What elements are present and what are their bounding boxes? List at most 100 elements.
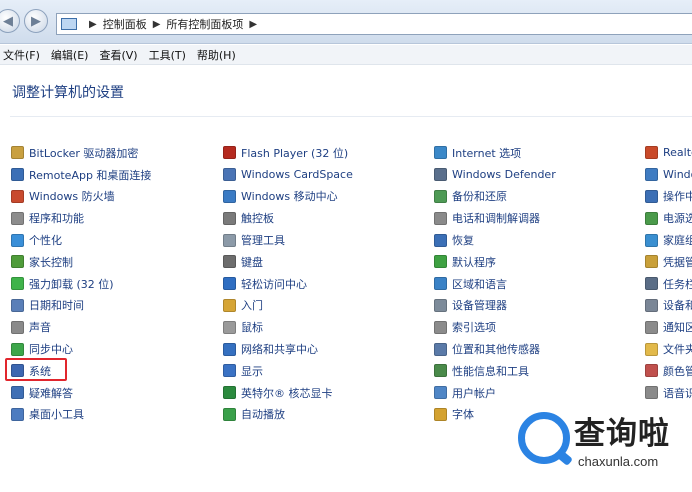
control-panel-item[interactable]: 默认程序 [434,251,556,273]
menu-file[interactable]: 文件(F) [3,47,40,63]
control-panel-item[interactable]: Windows Defender [434,164,556,186]
control-panel-item[interactable]: 通知区 [645,316,692,338]
control-panel-item[interactable]: 设备管理器 [434,295,556,317]
control-panel-item-label: 入门 [241,299,263,313]
control-panel-item[interactable]: Internet 选项 [434,142,556,164]
backup-icon [434,189,447,203]
devices-printers-icon [645,298,658,312]
control-panel-item-label: 显示 [241,364,263,378]
control-panel-item[interactable]: 同步中心 [11,338,151,360]
color-management-icon [645,364,658,378]
column-3: Internet 选项 Windows Defender 备份和还原 电话和调制解调器… [434,142,556,425]
control-panel-item[interactable]: 网络和共享中心 [223,338,353,360]
control-panel-item[interactable]: Windows CardSpace [223,164,353,186]
control-panel-item-label: 管理工具 [241,234,285,248]
magnifier-logo-icon [518,412,570,464]
control-panel-item[interactable]: 个性化 [11,229,151,251]
control-panel-item[interactable]: 入门 [223,295,353,317]
control-panel-item[interactable]: RemoteApp 和桌面连接 [11,164,151,186]
control-panel-item[interactable]: 英特尔® 核芯显卡 [223,382,353,404]
control-panel-item[interactable]: 恢复 [434,229,556,251]
control-panel-item[interactable]: Windo [645,164,692,186]
control-panel-item[interactable]: 键盘 [223,251,353,273]
control-panel-item[interactable]: 家长控制 [11,251,151,273]
control-panel-item[interactable]: Windows 防火墙 [11,186,151,208]
firewall-icon [11,189,24,203]
troubleshoot-icon [11,386,24,400]
control-panel-item[interactable]: Windows 移动中心 [223,186,353,208]
control-panel-item[interactable]: 区域和语言 [434,273,556,295]
gadgets-icon [11,407,24,421]
control-panel-item[interactable]: 日期和时间 [11,295,151,317]
control-panel-item[interactable]: 强力卸载 (32 位) [11,273,151,295]
divider [10,116,692,117]
control-panel-item[interactable]: 管理工具 [223,229,353,251]
control-panel-item[interactable]: 语音识 [645,382,692,404]
control-panel-item[interactable]: 电源选 [645,207,692,229]
notification-area-icon [645,320,658,334]
control-panel-item[interactable]: 触控板 [223,207,353,229]
control-panel-item[interactable]: 用户帐户 [434,382,556,404]
menu-edit[interactable]: 编辑(E) [51,47,89,63]
ease-of-access-icon [223,277,236,291]
control-panel-item[interactable]: BitLocker 驱动器加密 [11,142,151,164]
credential-icon [645,255,658,269]
control-panel-item[interactable]: 自动播放 [223,404,353,426]
menu-view[interactable]: 查看(V) [99,47,137,63]
control-panel-item[interactable]: 凭据管 [645,251,692,273]
control-panel-item[interactable]: 程序和功能 [11,207,151,229]
getting-started-icon [223,298,236,312]
control-panel-item-label: 颜色管 [663,364,692,378]
breadcrumb-all-items[interactable]: 所有控制面板项 [166,16,243,32]
control-panel-item-label: 通知区 [663,321,692,335]
control-panel-item-label: 区域和语言 [452,277,507,291]
control-panel-item[interactable]: 疑难解答 [11,382,151,404]
control-panel-item[interactable]: 备份和还原 [434,186,556,208]
realtek-icon [645,146,658,160]
control-panel-item[interactable]: 任务栏 [645,273,692,295]
control-panel-item[interactable]: 桌面小工具 [11,404,151,426]
control-panel-item[interactable]: 操作中 [645,186,692,208]
control-panel-item[interactable]: 家庭组 [645,229,692,251]
page-title: 调整计算机的设置 [12,85,124,101]
address-bar[interactable]: ▶ 控制面板 ▶ 所有控制面板项 ▶ [56,13,692,35]
control-panel-item-label: RemoteApp 和桌面连接 [29,168,152,182]
control-panel-item-label: Windows 防火墙 [29,190,115,204]
control-panel-item[interactable]: Flash Player (32 位) [223,142,353,164]
menu-tools[interactable]: 工具(T) [149,47,186,63]
control-panel-item[interactable]: 性能信息和工具 [434,360,556,382]
control-panel-item-label: 日期和时间 [29,299,84,313]
control-panel-item[interactable]: 设备和 [645,295,692,317]
back-button[interactable]: ◀ [0,9,20,33]
control-panel-item[interactable]: 鼠标 [223,316,353,338]
control-panel-item[interactable]: Realte [645,142,692,164]
control-panel-item-label: 操作中 [663,190,692,204]
internet-options-icon [434,146,447,160]
watermark-text: 查询啦 [574,416,670,452]
menu-bar: 文件(F) 编辑(E) 查看(V) 工具(T) 帮助(H) [0,45,692,65]
control-panel-item[interactable]: 索引选项 [434,316,556,338]
control-panel-item[interactable]: 显示 [223,360,353,382]
recovery-icon [434,233,447,247]
forward-button[interactable]: ▶ [24,9,48,33]
control-panel-item[interactable]: 电话和调制解调器 [434,207,556,229]
control-panel-item[interactable]: 位置和其他传感器 [434,338,556,360]
control-panel-item-label: 性能信息和工具 [452,364,529,378]
display-icon [223,364,236,378]
mouse-icon [223,320,236,334]
control-panel-item-label: 索引选项 [452,321,496,335]
column-4: Realte Windo 操作中电源选家庭组凭据管任务栏设备和通知区文件夹颜色管语音… [645,142,692,404]
menu-help[interactable]: 帮助(H) [197,47,236,63]
keyboard-icon [223,255,236,269]
region-language-icon [434,277,447,291]
control-panel-item[interactable]: 声音 [11,316,151,338]
flash-icon [223,146,236,160]
control-panel-item-label: 家长控制 [29,255,73,269]
control-panel-item[interactable]: 文件夹 [645,338,692,360]
breadcrumb-control-panel[interactable]: 控制面板 [103,16,147,32]
watermark-url: chaxunla.com [578,454,659,469]
back-arrow-icon: ◀ [3,13,13,29]
control-panel-item[interactable]: 轻松访问中心 [223,273,353,295]
control-panel-item[interactable]: 颜色管 [645,360,692,382]
admin-tools-icon [223,233,236,247]
